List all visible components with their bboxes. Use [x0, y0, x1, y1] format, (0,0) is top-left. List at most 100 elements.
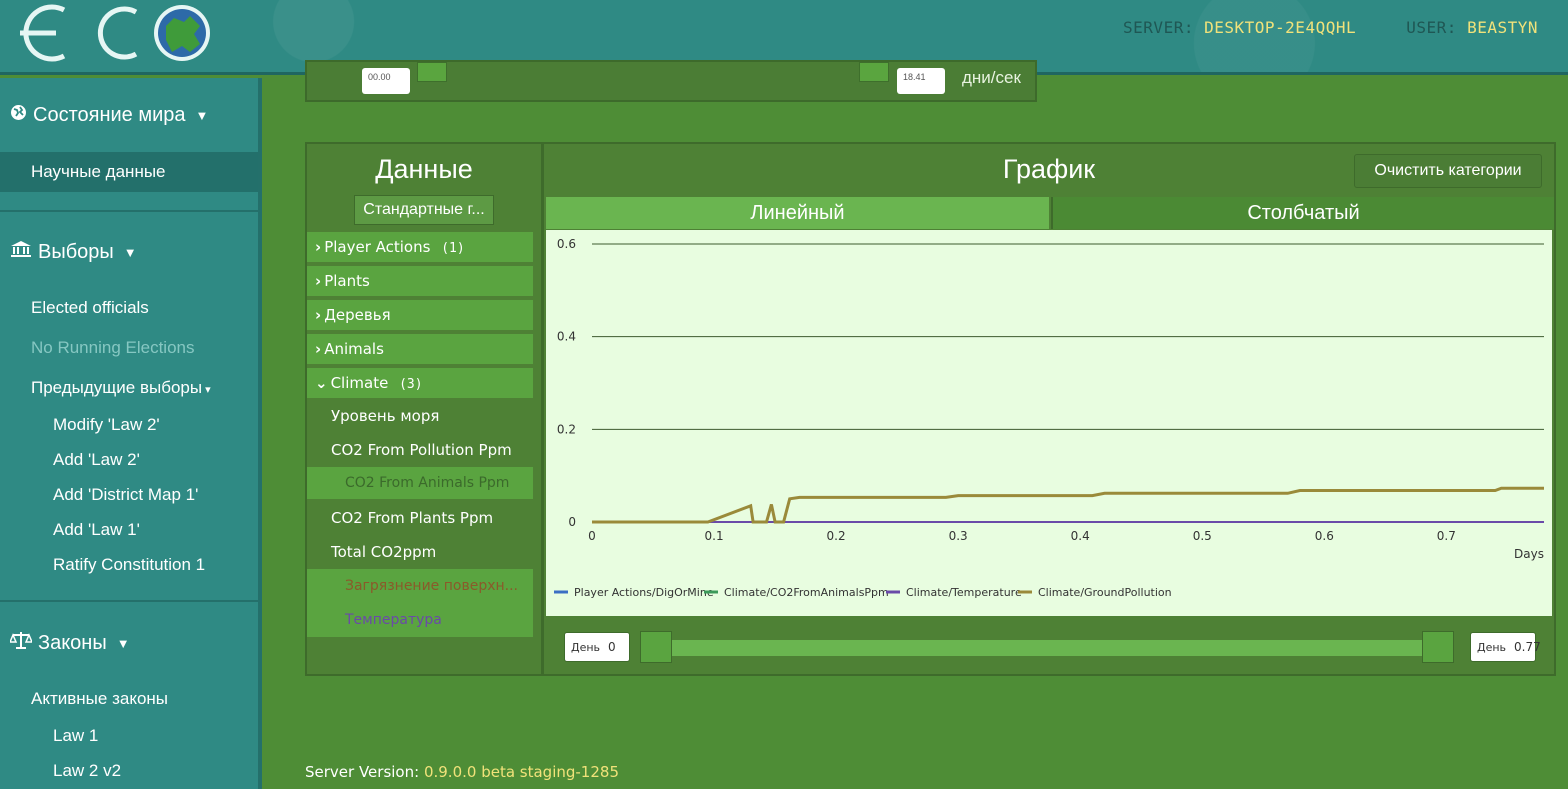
sidebar-item-previous-4[interactable]: Ratify Constitution 1: [53, 555, 205, 575]
chart-plot-area: 0 0.2 0.4 0.6 0 0.1 0.2 0.3 0.4 0.5 0.6 0.7 Days Play…: [546, 230, 1552, 616]
category-label: Plants: [324, 272, 370, 290]
x-tick-label: 0.2: [827, 529, 846, 543]
range-start-value: 0: [608, 640, 616, 654]
category-count: (1): [441, 241, 465, 256]
scales-icon: [8, 631, 34, 655]
climate-item-co2-animals[interactable]: CO2 From Animals Ppm: [307, 467, 533, 499]
y-tick-label: 0.2: [557, 422, 576, 436]
caret-down-icon: ▼: [123, 244, 137, 260]
logo-graphic: [20, 4, 210, 62]
data-panel-title: Данные: [375, 154, 473, 184]
sidebar-item-elected-officials[interactable]: Elected officials: [31, 298, 149, 318]
time-start-handle[interactable]: [417, 62, 447, 82]
time-control-strip: 00.00 18.41 дни/сек: [305, 60, 1037, 102]
category-label: Деревья: [324, 306, 391, 324]
sidebar-item-law-1[interactable]: Law 2 v2: [53, 761, 121, 781]
sidebar-item-previous-1[interactable]: Add 'Law 2': [53, 450, 140, 470]
range-start-handle[interactable]: [640, 631, 672, 663]
y-tick-label: 0.6: [557, 237, 576, 251]
legend-entry: Climate/Temperature: [906, 586, 1022, 599]
category-trees[interactable]: › Деревья: [307, 300, 533, 330]
x-tick-label: 0: [588, 529, 596, 543]
category-climate[interactable]: ⌄ Climate (3): [307, 368, 533, 398]
server-version-label: Server Version:: [305, 763, 420, 781]
caret-down-icon: ▾: [202, 384, 211, 396]
range-end-value: 0.77: [1514, 640, 1541, 654]
server-version: Server Version: 0.9.0.0 beta staging-128…: [305, 763, 619, 781]
clear-categories-button[interactable]: Очистить категории: [1354, 154, 1542, 188]
user-label: USER:: [1406, 18, 1457, 37]
sidebar-elections-label: Выборы: [38, 240, 114, 263]
chevron-right-icon: ›: [315, 238, 322, 256]
caret-down-icon: ▼: [116, 635, 130, 651]
time-end-handle[interactable]: [859, 62, 889, 82]
legend-entry: Player Actions/DigOrMine: [574, 586, 714, 599]
tab-line-chart[interactable]: Линейный: [546, 197, 1049, 229]
chevron-right-icon: ›: [315, 306, 322, 324]
range-track[interactable]: [656, 640, 1436, 656]
climate-item-total-co2[interactable]: Total CO2ppm: [331, 543, 436, 561]
sidebar-item-active-laws[interactable]: Активные законы: [31, 689, 168, 709]
sidebar-item-previous-elections[interactable]: Предыдущие выборы ▾: [31, 378, 211, 398]
sidebar-item-previous-3[interactable]: Add 'Law 1': [53, 520, 140, 540]
sidebar-divider: [0, 600, 258, 602]
range-end-label: День: [1477, 641, 1507, 654]
chevron-right-icon: ›: [315, 272, 322, 290]
globe-icon: [10, 104, 27, 127]
institution-icon: [10, 240, 32, 264]
category-label: Climate: [330, 374, 389, 392]
climate-item-co2-pollution[interactable]: CO2 From Pollution Ppm: [331, 441, 512, 459]
time-end-input[interactable]: 18.41: [897, 68, 945, 94]
range-end-box[interactable]: День 0.77: [1470, 632, 1541, 662]
legend-entry: Climate/GroundPollution: [1038, 586, 1172, 599]
server-label: SERVER:: [1123, 18, 1194, 37]
time-start-input[interactable]: 00.00: [362, 68, 410, 94]
sidebar-item-science-data[interactable]: Научные данные: [0, 152, 258, 192]
category-count: (3): [399, 377, 423, 392]
x-tick-label: 0.7: [1437, 529, 1456, 543]
server-version-value: 0.9.0.0 beta staging-1285: [423, 763, 619, 781]
range-end-handle[interactable]: [1422, 631, 1454, 663]
caret-down-icon: ▼: [195, 108, 209, 123]
category-animals[interactable]: › Animals: [307, 334, 533, 364]
eco-logo[interactable]: [10, 2, 220, 64]
time-unit-label: дни/сек: [962, 68, 1021, 87]
sidebar-item-previous-0[interactable]: Modify 'Law 2': [53, 415, 160, 435]
sidebar-laws[interactable]: Законы ▼: [8, 631, 130, 655]
x-tick-label: 0.6: [1315, 529, 1334, 543]
sidebar-item-law-0[interactable]: Law 1: [53, 726, 98, 746]
sidebar-world-state[interactable]: Состояние мира ▼: [10, 104, 208, 127]
server-value: DESKTOP-2E4QQHL: [1204, 18, 1357, 37]
sidebar-divider: [0, 210, 258, 212]
range-start-label: День: [571, 641, 601, 654]
sidebar-world-state-label: Состояние мира: [33, 104, 186, 126]
sidebar-laws-label: Законы: [38, 631, 107, 654]
sidebar: Состояние мира ▼ Научные данные Выборы ▼…: [0, 78, 262, 789]
climate-item-sea-level[interactable]: Уровень моря: [331, 407, 439, 425]
category-label: Animals: [324, 340, 384, 358]
server-info: SERVER: DESKTOP-2E4QQHL USER: BEASTYN: [1123, 18, 1538, 37]
sidebar-item-no-running: No Running Elections: [31, 338, 195, 357]
climate-item-ground-pollution[interactable]: Загрязнение поверхн...: [307, 569, 533, 603]
user-value: BEASTYN: [1467, 18, 1538, 37]
tab-bar-chart[interactable]: Столбчатый: [1051, 197, 1554, 229]
x-tick-label: 0.3: [949, 529, 968, 543]
sidebar-item-previous-2[interactable]: Add 'District Map 1': [53, 485, 198, 505]
climate-item-temperature[interactable]: Температура: [307, 603, 533, 637]
data-panel: Данные Стандартные г... › Player Actions …: [305, 142, 543, 676]
chevron-down-icon: ⌄: [315, 374, 328, 392]
x-tick-label: 0.5: [1193, 529, 1212, 543]
x-axis-label: Days: [1514, 547, 1544, 561]
line-chart: 0 0.2 0.4 0.6 0 0.1 0.2 0.3 0.4 0.5 0.6 0.7 Days Play…: [554, 237, 1544, 599]
standard-graphs-button[interactable]: Стандартные г...: [354, 195, 494, 225]
y-tick-label: 0.4: [557, 330, 576, 344]
category-label: Player Actions: [324, 238, 431, 256]
range-start-box[interactable]: День 0: [564, 632, 630, 662]
chart-panel: График Очистить категории Линейный Столб…: [542, 142, 1556, 676]
x-tick-label: 0.4: [1071, 529, 1090, 543]
category-player-actions[interactable]: › Player Actions (1): [307, 232, 533, 262]
legend-entry: Climate/CO2FromAnimalsPpm: [724, 586, 889, 599]
climate-item-co2-plants[interactable]: CO2 From Plants Ppm: [331, 509, 493, 527]
category-plants[interactable]: › Plants: [307, 266, 533, 296]
sidebar-elections[interactable]: Выборы ▼: [10, 240, 137, 264]
